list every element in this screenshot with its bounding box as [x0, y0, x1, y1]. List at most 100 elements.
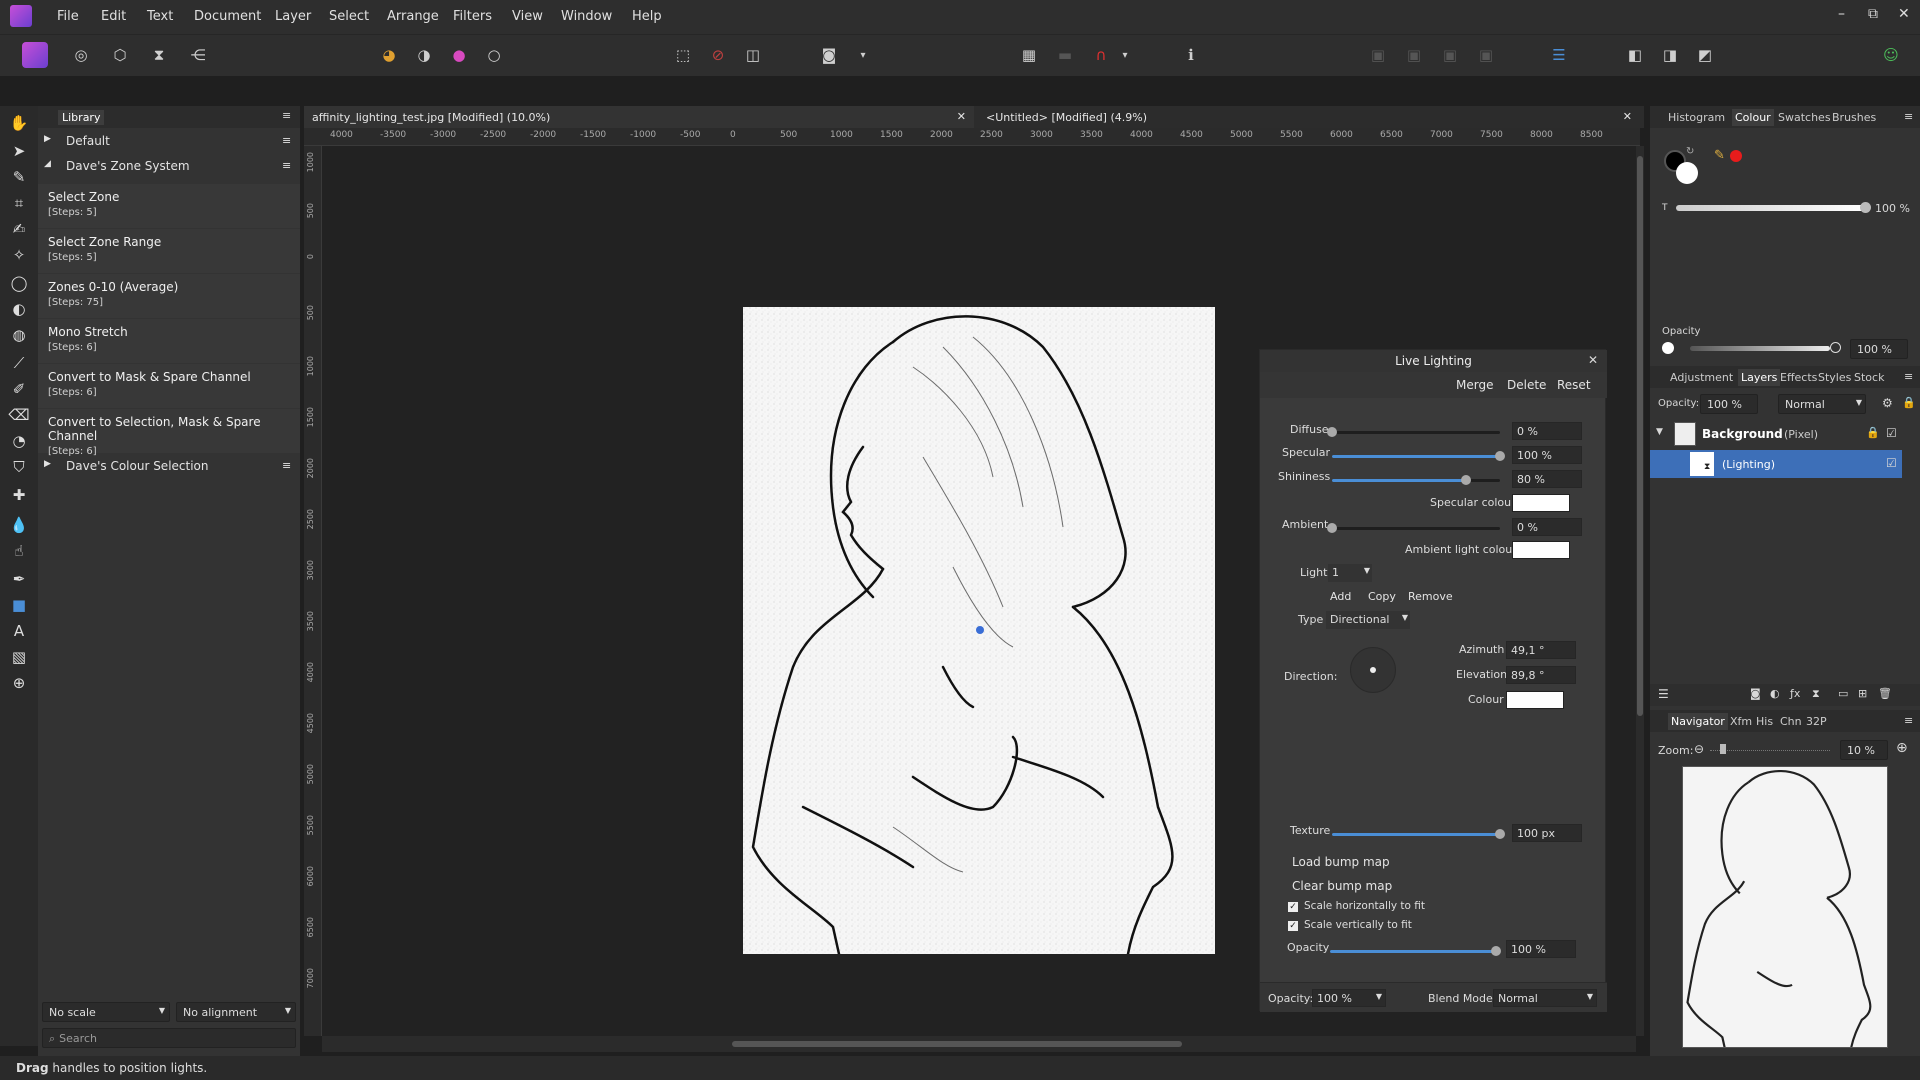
auto-levels-icon[interactable]: ◕	[376, 42, 402, 68]
menu-select[interactable]: Select	[329, 9, 369, 24]
live-filter-icon[interactable]: ⧗	[1812, 687, 1820, 701]
auto-contrast-icon[interactable]: ◑	[411, 42, 437, 68]
layer-blend-select[interactable]: Normal ▼	[1778, 394, 1866, 414]
marquee-icon[interactable]: ⬚	[670, 42, 696, 68]
macro-item[interactable]: Convert to Mask & Spare Channel [Steps: 6…	[38, 364, 300, 408]
crop-tool-icon[interactable]: ⌗	[8, 192, 30, 214]
footer-opacity-select[interactable]: 100 % ▼	[1312, 989, 1386, 1007]
zoom-in-icon[interactable]: ⊕	[1896, 740, 1908, 756]
menu-edit[interactable]: Edit	[101, 9, 126, 24]
category-default[interactable]: ▶ Default ≡	[38, 131, 300, 151]
slider-knob[interactable]	[1495, 451, 1505, 461]
load-bump-map-button[interactable]: Load bump map	[1292, 855, 1390, 869]
menu-layer[interactable]: Layer	[275, 9, 311, 24]
blur-tool-icon[interactable]: 💧	[8, 514, 30, 536]
menu-text[interactable]: Text	[147, 9, 173, 24]
macro-item[interactable]: Convert to Selection, Mask & Spare Chann…	[38, 409, 300, 457]
doc-tab[interactable]: affinity_lighting_test.jpg [Modified] (1…	[304, 106, 974, 128]
horizontal-ruler[interactable]: 4000 -3500 -3000 -2500 -2000 -1500 -1000 -500 0 5…	[304, 128, 1640, 146]
layer-opacity-select[interactable]: 100 %	[1700, 394, 1758, 414]
tab-navigator[interactable]: Navigator	[1668, 713, 1728, 730]
user-profile-icon[interactable]: ☺	[1878, 42, 1904, 68]
lock-icon[interactable]: 🔒	[1902, 396, 1916, 409]
copy-light-button[interactable]: Copy	[1368, 590, 1396, 603]
develop-persona-icon[interactable]: ⬡	[107, 42, 133, 68]
add-light-button[interactable]: Add	[1330, 590, 1351, 603]
tab-transform[interactable]: Xfm	[1730, 715, 1752, 728]
invert-selection-icon[interactable]: ◫	[740, 42, 766, 68]
opacity-select[interactable]: 100 %	[1850, 339, 1908, 359]
dropdown-arrow-icon[interactable]: ▾	[850, 42, 876, 68]
horizontal-scrollbar[interactable]	[322, 1036, 1636, 1052]
vertical-scrollbar[interactable]	[1636, 146, 1644, 1036]
photo-persona-icon[interactable]	[22, 42, 48, 68]
slider-knob[interactable]	[1830, 342, 1841, 353]
marquee-tool-icon[interactable]: ◯	[8, 272, 30, 294]
type-select[interactable]: Directional ▼	[1326, 611, 1410, 629]
macro-item[interactable]: Select Zone Range [Steps: 5]	[38, 229, 300, 273]
zoom-field[interactable]: 10 %	[1840, 740, 1888, 760]
colour-picker-tool-icon[interactable]: ✎	[8, 166, 30, 188]
panel-menu-icon[interactable]: ≡	[1904, 714, 1913, 727]
macro-item[interactable]: Mono Stretch [Steps: 6]	[38, 319, 300, 363]
ambient-field[interactable]: 0 %	[1512, 518, 1582, 536]
category-menu-icon[interactable]: ≡	[282, 159, 291, 172]
align-icon[interactable]: ☰	[1546, 42, 1572, 68]
azimuth-field[interactable]: 49,1 °	[1506, 641, 1576, 659]
scale-v-checkbox[interactable]: ✓	[1288, 921, 1298, 931]
quick-mask-icon[interactable]: ◙	[816, 42, 842, 68]
flood-fill-tool-icon[interactable]: ◐	[8, 298, 30, 320]
doc-tab[interactable]: <Untitled> [Modified] (4.9%) ✕	[978, 106, 1640, 128]
ambient-slider[interactable]	[1332, 527, 1500, 530]
diffuse-slider[interactable]	[1332, 431, 1500, 434]
direction-handle[interactable]	[1370, 667, 1376, 673]
selection-brush-tool-icon[interactable]: ✍	[8, 218, 30, 240]
close-panel-icon[interactable]: ✕	[1588, 353, 1598, 367]
tab-effects[interactable]: Effects	[1780, 371, 1817, 384]
boolean-intersect-icon[interactable]: ◩	[1692, 42, 1718, 68]
zoom-tool-icon[interactable]: ⊕	[8, 672, 30, 694]
collapse-arrow-icon[interactable]: ◢	[44, 159, 51, 169]
accent-colour-dot[interactable]	[1730, 150, 1742, 162]
zoom-slider[interactable]	[1710, 749, 1830, 751]
delete-button[interactable]: Delete	[1507, 378, 1546, 392]
layer-lock-icon[interactable]: 🔒	[1866, 426, 1880, 439]
deselect-icon[interactable]: ⊘	[705, 42, 731, 68]
mesh-warp-tool-icon[interactable]: ▧	[8, 646, 30, 668]
smudge-tool-icon[interactable]: ☝	[8, 540, 30, 562]
tint-slider[interactable]	[1676, 205, 1866, 211]
light-colour-swatch[interactable]	[1506, 691, 1564, 709]
layer-visibility-checkbox[interactable]: ☑	[1886, 426, 1897, 440]
direction-dial[interactable]	[1350, 647, 1396, 693]
text-tool-icon[interactable]: A	[8, 620, 30, 642]
liquify-persona-icon[interactable]: ◎	[68, 42, 94, 68]
panel-menu-icon[interactable]: ≡	[282, 109, 291, 122]
alignment-select[interactable]: No alignment ▼	[176, 1002, 296, 1022]
expand-arrow-icon[interactable]: ▶	[44, 459, 51, 469]
group-icon[interactable]: ▭	[1838, 687, 1848, 700]
boolean-add-icon[interactable]: ◧	[1622, 42, 1648, 68]
texture-field[interactable]: 100 px	[1512, 824, 1582, 842]
tab-styles[interactable]: Styles	[1818, 371, 1851, 384]
menu-file[interactable]: File	[57, 9, 79, 24]
minimize-button[interactable]: –	[1838, 6, 1845, 22]
arrange-icon[interactable]: ▣	[1401, 42, 1427, 68]
scrollbar-thumb[interactable]	[732, 1041, 1182, 1047]
tab-library[interactable]: Library	[58, 110, 105, 125]
texture-slider[interactable]	[1332, 833, 1500, 836]
arrange-icon[interactable]: ▣	[1437, 42, 1463, 68]
flood-select-tool-icon[interactable]: ✧	[8, 244, 30, 266]
secondary-colour-swatch[interactable]	[1676, 162, 1698, 184]
slider-knob[interactable]	[1495, 829, 1505, 839]
healing-brush-tool-icon[interactable]: ✚	[8, 484, 30, 506]
collapse-arrow-icon[interactable]: ▼	[1656, 427, 1663, 437]
shininess-field[interactable]: 80 %	[1512, 470, 1582, 488]
mask-layer-icon[interactable]: ◙	[1750, 687, 1761, 700]
diffuse-field[interactable]: 0 %	[1512, 422, 1582, 440]
category-daves-zone-system[interactable]: ◢ Dave's Zone System ≡	[38, 156, 300, 176]
slider-knob[interactable]	[1327, 427, 1337, 437]
tab-layers[interactable]: Layers	[1738, 369, 1781, 386]
tab-colour[interactable]: Colour	[1732, 109, 1774, 126]
auto-colours-icon[interactable]: ●	[446, 42, 472, 68]
snap-icon[interactable]: ▬	[1052, 42, 1078, 68]
